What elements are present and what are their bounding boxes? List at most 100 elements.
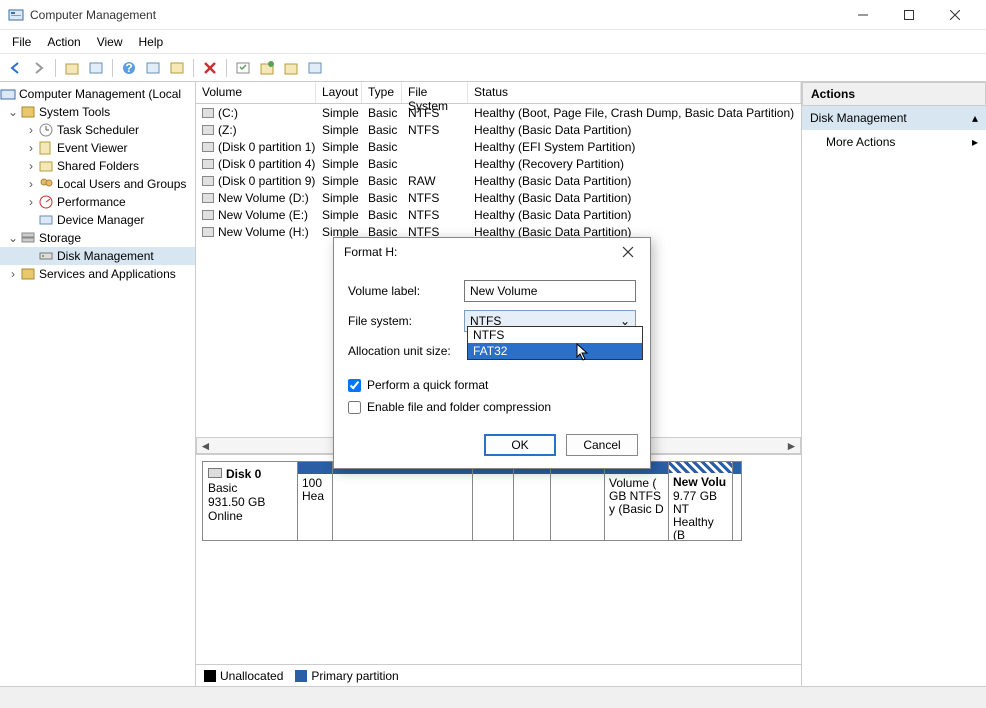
partition[interactable] [472, 461, 514, 541]
toolbar-icon-4[interactable] [142, 57, 164, 79]
tree-label: Performance [57, 195, 126, 209]
dialog-title: Format H: [344, 245, 616, 259]
tree-services[interactable]: ›Services and Applications [0, 265, 195, 283]
table-row[interactable]: New Volume (E:)SimpleBasicNTFSHealthy (B… [196, 206, 801, 223]
minimize-button[interactable] [840, 0, 886, 30]
drive-icon [202, 193, 214, 203]
actions-label: Disk Management [810, 111, 907, 125]
navigation-tree: Computer Management (Local ⌄System Tools… [0, 82, 196, 686]
disk-type: Basic [208, 481, 292, 495]
tree-performance[interactable]: › Performance [0, 193, 195, 211]
tree-storage[interactable]: ⌄Storage [0, 229, 195, 247]
tree-label: Event Viewer [57, 141, 127, 155]
forward-button[interactable] [28, 57, 50, 79]
help-icon[interactable]: ? [118, 57, 140, 79]
partition-selected[interactable]: New Volu9.77 GB NTHealthy (B [668, 461, 733, 541]
volume-label-label: Volume label: [348, 284, 464, 298]
expand-icon[interactable]: › [24, 177, 38, 191]
quick-format-label: Perform a quick format [367, 378, 488, 392]
partition[interactable] [732, 461, 742, 541]
partition[interactable]: 100Hea [297, 461, 333, 541]
tree-label: Device Manager [57, 213, 144, 227]
disk-map: Disk 0 Basic 931.50 GB Online 100Hea Vol… [196, 454, 801, 664]
actions-header: Actions [802, 82, 986, 106]
toolbar-icon-9[interactable] [280, 57, 302, 79]
tree-label: Disk Management [57, 249, 154, 263]
collapse-icon[interactable]: ⌄ [6, 105, 20, 119]
column-header-filesystem[interactable]: File System [402, 82, 468, 103]
back-button[interactable] [4, 57, 26, 79]
toolbar-icon-5[interactable] [166, 57, 188, 79]
compression-label: Enable file and folder compression [367, 400, 551, 414]
maximize-button[interactable] [886, 0, 932, 30]
partition[interactable]: Volume (GB NTFSy (Basic D [604, 461, 669, 541]
quick-format-checkbox[interactable] [348, 379, 361, 392]
table-row[interactable]: (Disk 0 partition 1)SimpleBasicHealthy (… [196, 138, 801, 155]
svg-text:?: ? [125, 61, 132, 75]
window-title: Computer Management [30, 8, 840, 22]
column-header-status[interactable]: Status [468, 82, 801, 103]
menu-help[interactable]: Help [131, 32, 172, 52]
actions-disk-management[interactable]: Disk Management ▴ [802, 106, 986, 130]
expand-icon[interactable]: › [24, 195, 38, 209]
expand-icon[interactable]: › [24, 141, 38, 155]
toolbar: ? [0, 54, 986, 82]
volume-label-input[interactable] [464, 280, 636, 302]
dialog-close-button[interactable] [616, 240, 640, 264]
menu-action[interactable]: Action [39, 32, 88, 52]
column-header-layout[interactable]: Layout [316, 82, 362, 103]
mouse-cursor-icon [576, 343, 590, 363]
tree-event-viewer[interactable]: › Event Viewer [0, 139, 195, 157]
delete-icon[interactable] [199, 57, 221, 79]
tree-device-manager[interactable]: Device Manager [0, 211, 195, 229]
disk-icon [208, 468, 222, 478]
column-header-type[interactable]: Type [362, 82, 402, 103]
compression-checkbox[interactable] [348, 401, 361, 414]
cancel-button[interactable]: Cancel [566, 434, 638, 456]
expand-icon[interactable]: › [24, 159, 38, 173]
drive-icon [202, 176, 214, 186]
ok-button[interactable]: OK [484, 434, 556, 456]
toolbar-icon-10[interactable] [304, 57, 326, 79]
close-button[interactable] [932, 0, 978, 30]
tree-disk-management[interactable]: Disk Management [0, 247, 195, 265]
disk-info[interactable]: Disk 0 Basic 931.50 GB Online [202, 461, 298, 541]
tree-shared-folders[interactable]: ›Shared Folders [0, 157, 195, 175]
partition[interactable] [550, 461, 605, 541]
table-row[interactable]: (C:)SimpleBasicNTFSHealthy (Boot, Page F… [196, 104, 801, 121]
toolbar-icon-2[interactable] [85, 57, 107, 79]
tree-task-scheduler[interactable]: ›Task Scheduler [0, 121, 195, 139]
legend-label: Unallocated [220, 669, 283, 683]
tree-local-users[interactable]: › Local Users and Groups [0, 175, 195, 193]
menu-file[interactable]: File [4, 32, 39, 52]
actions-pane: Actions Disk Management ▴ More Actions ▸ [802, 82, 986, 686]
table-row[interactable]: (Disk 0 partition 4)SimpleBasicHealthy (… [196, 155, 801, 172]
table-row[interactable]: (Disk 0 partition 9)SimpleBasicRAWHealth… [196, 172, 801, 189]
toolbar-icon-7[interactable] [232, 57, 254, 79]
partition[interactable] [513, 461, 551, 541]
tree-system-tools[interactable]: ⌄System Tools [0, 103, 195, 121]
table-row[interactable]: (Z:)SimpleBasicNTFSHealthy (Basic Data P… [196, 121, 801, 138]
scroll-right-icon[interactable]: ► [783, 438, 800, 453]
column-header-volume[interactable]: Volume [196, 82, 316, 103]
expand-icon[interactable]: › [24, 123, 38, 137]
app-icon [8, 7, 24, 23]
legend-label: Primary partition [311, 669, 398, 683]
expand-icon[interactable]: › [6, 267, 20, 281]
allocation-label: Allocation unit size: [348, 344, 464, 358]
more-actions[interactable]: More Actions ▸ [802, 130, 986, 154]
partition[interactable] [332, 461, 473, 541]
toolbar-icon-1[interactable] [61, 57, 83, 79]
toolbar-icon-8[interactable] [256, 57, 278, 79]
legend-swatch-primary [295, 670, 307, 682]
drive-icon [202, 227, 214, 237]
dropdown-option-fat32[interactable]: FAT32 [468, 343, 642, 359]
menu-view[interactable]: View [89, 32, 131, 52]
table-row[interactable]: New Volume (D:)SimpleBasicNTFSHealthy (B… [196, 189, 801, 206]
collapse-icon[interactable]: ⌄ [6, 231, 20, 245]
tree-label: Local Users and Groups [57, 177, 186, 191]
tree-root[interactable]: Computer Management (Local [0, 85, 195, 103]
scroll-left-icon[interactable]: ◄ [197, 438, 214, 453]
dropdown-option-ntfs[interactable]: NTFS [468, 327, 642, 343]
disk-label: Disk 0 [226, 467, 261, 481]
